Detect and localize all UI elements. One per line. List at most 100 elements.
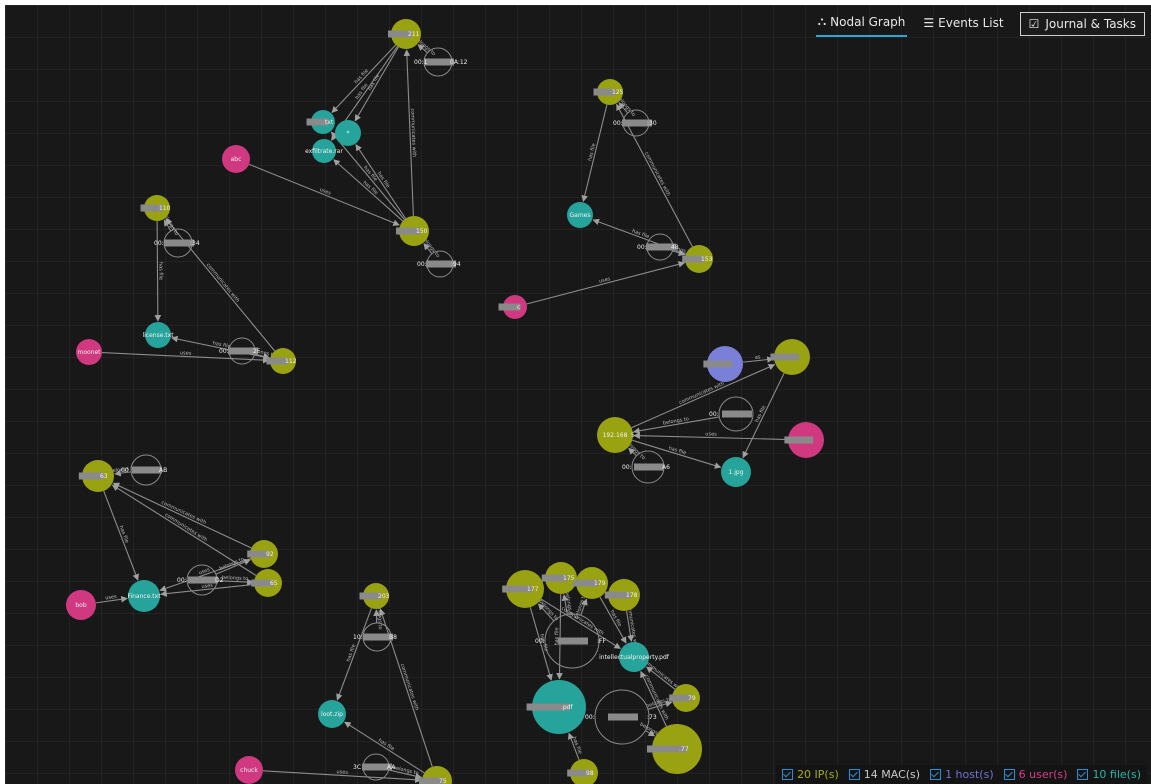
graph-edge[interactable]: communicates with — [112, 482, 252, 549]
graph-edge[interactable]: uses — [95, 594, 128, 604]
graph-node-file[interactable]: license.txt — [142, 322, 174, 348]
checkbox-icon[interactable] — [930, 769, 942, 780]
redaction-bar — [634, 463, 664, 471]
graph-edge[interactable]: has file — [330, 131, 405, 220]
nodal-graph[interactable]: communicates withhas filehas filehas fil… — [5, 5, 1151, 784]
graph-edge[interactable]: as — [742, 354, 774, 363]
graph-node-file[interactable]: exfiltrate.rar — [305, 139, 343, 163]
graph-node-user[interactable]: chuck — [235, 756, 263, 784]
legend-filter-host[interactable]: 1 host(s) — [930, 768, 994, 781]
graph-node-file[interactable]: Finance.txt — [127, 580, 161, 612]
node-label: 98 — [586, 770, 594, 777]
graph-node-file[interactable]: loot.zip — [318, 700, 346, 728]
node-label: 110 — [159, 205, 171, 212]
edge-label: has file — [668, 445, 687, 456]
node-label-suffix: B8 — [389, 634, 397, 641]
graph-node-ip[interactable]: 110 — [140, 195, 171, 221]
node-label: 00: — [535, 638, 545, 645]
graph-node-ip[interactable]: 177 — [502, 570, 544, 608]
graph-node-mac[interactable]: 10: B8 — [353, 622, 397, 652]
graph-node-ip[interactable]: 63 — [78, 460, 114, 492]
node-label-suffix: :94 — [451, 261, 461, 268]
legend-filter-ip[interactable]: 20 IP(s) — [782, 768, 839, 781]
graph-edge[interactable]: uses — [526, 261, 686, 305]
node-label: 125 — [612, 89, 624, 96]
graph-edge[interactable]: has file — [567, 732, 583, 761]
graph-canvas[interactable]: communicates with has file has file has fil… — [5, 5, 1151, 784]
graph-node-file[interactable]: txt — [306, 110, 336, 134]
graph-edge[interactable]: uses — [633, 431, 789, 441]
node-label: Finance.txt — [127, 593, 161, 600]
graph-edge[interactable]: has file — [336, 607, 372, 701]
graph-edge[interactable]: communicates with — [165, 218, 276, 352]
graph-node-ip[interactable]: 65 — [251, 569, 282, 597]
graph-node-host[interactable] — [703, 346, 743, 382]
graph-edge[interactable]: uses — [160, 583, 255, 597]
graph-node-mac[interactable]: 00 AB — [121, 454, 167, 486]
graph-node-ip[interactable]: 211 — [388, 19, 421, 49]
graph-node-file[interactable]: intellectualproperty.pdf — [599, 642, 670, 672]
tab-nodal-graph[interactable]: ⛬ Nodal Graph — [815, 11, 908, 37]
graph-node-user[interactable]: c — [498, 295, 528, 319]
graph-node-file[interactable]: Games — [567, 202, 593, 228]
redaction-bar — [703, 360, 733, 368]
graph-node-ip[interactable]: 175 — [541, 562, 577, 594]
journal-tasks-button[interactable]: ☑ Journal & Tasks — [1019, 12, 1145, 36]
redaction-bar — [608, 713, 638, 721]
graph-node-user[interactable] — [784, 422, 824, 458]
graph-edge[interactable]: has file — [554, 593, 563, 680]
edge-label: as — [755, 354, 762, 361]
graph-node-ip[interactable]: 75 — [419, 766, 452, 784]
graph-edge[interactable]: has file — [354, 46, 399, 122]
graph-node-ip[interactable]: 178 — [604, 579, 640, 611]
view-toolbar: ⛬ Nodal Graph ☰ Events List ☑ Journal & … — [815, 11, 1145, 37]
legend-filter-user[interactable]: 6 user(s) — [1003, 768, 1067, 781]
graph-node-ip[interactable]: 150 — [396, 216, 429, 246]
graph-edge[interactable]: has file — [154, 220, 164, 322]
graph-edge[interactable]: belongs to — [633, 416, 720, 434]
graph-edge[interactable]: belongs to — [215, 556, 251, 575]
redaction-bar — [770, 353, 800, 361]
graph-node-file[interactable]: .pdf — [526, 680, 586, 734]
edge-label: communicates with — [678, 381, 725, 406]
node-label: 63 — [100, 473, 108, 480]
graph-node-ip[interactable] — [770, 339, 810, 375]
node-label-suffix: :73 — [647, 714, 657, 721]
checkbox-icon[interactable] — [782, 769, 794, 780]
node-label: 65 — [270, 580, 278, 587]
legend-filter-file[interactable]: 10 file(s) — [1077, 768, 1141, 781]
checkbox-icon[interactable] — [1077, 769, 1089, 780]
graph-node-ip[interactable]: 125 — [593, 79, 624, 105]
graph-node-file[interactable]: * — [335, 120, 361, 146]
graph-node-mac[interactable]: 00:1 0A:12 — [414, 47, 468, 77]
graph-edge[interactable]: communicates with — [403, 49, 417, 217]
graph-edge[interactable]: communicates with — [631, 364, 776, 429]
graph-node-user[interactable]: moonet — [76, 339, 102, 365]
node-label: loot.zip — [321, 711, 343, 718]
graph-edge[interactable]: has file — [103, 490, 139, 581]
legend-label-ip: 20 IP(s) — [797, 768, 839, 781]
edge-label: has file — [118, 525, 130, 544]
node-label-suffix: AA — [387, 764, 396, 771]
checkbox-icon[interactable] — [848, 769, 860, 780]
graph-edge[interactable]: has file — [331, 44, 397, 114]
graph-node-user[interactable]: abc — [222, 145, 250, 173]
graph-node-ip[interactable]: 179 — [572, 567, 608, 599]
tab-events-list[interactable]: ☰ Events List — [921, 13, 1005, 36]
graph-edge[interactable]: has file — [581, 104, 608, 203]
graph-node-ip[interactable]: 92 — [247, 540, 278, 568]
graph-node-mac[interactable]: 00: — [709, 396, 754, 432]
node-label: 00: — [637, 244, 647, 251]
graph-node-file[interactable]: 1.jpg — [721, 457, 751, 487]
checkbox-icon[interactable] — [1003, 769, 1015, 780]
edge-label: has file — [376, 171, 391, 189]
node-label: 192.168 — [603, 432, 628, 439]
graph-node-mac[interactable]: 00::73 — [585, 689, 657, 745]
edge-label: uses — [705, 431, 717, 437]
graph-node-ip[interactable]: 203 — [359, 583, 390, 609]
graph-node-ip[interactable]: 98 — [567, 759, 598, 784]
graph-node-user[interactable]: bob — [66, 590, 96, 620]
legend-filter-mac[interactable]: 14 MAC(s) — [848, 768, 920, 781]
graph-edge[interactable]: has file — [632, 439, 722, 469]
node-label-suffix: 5 — [631, 432, 635, 439]
